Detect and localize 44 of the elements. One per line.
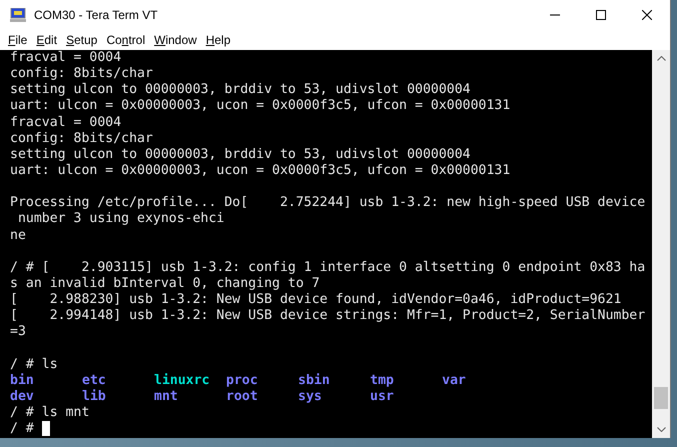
terminal-line: [ 2.994148] usb 1-3.2: New USB device strings: Mfr=1, Product=2, SerialNumber: [10, 308, 646, 324]
file-name: sbin: [298, 372, 331, 389]
terminal-line: [ 2.988230] usb 1-3.2: New USB device found, idVendor=0a46, idProduct=9621: [10, 292, 622, 308]
app-icon: [10, 8, 26, 22]
file-name: proc: [226, 372, 259, 389]
terminal-line: config: 8bits/char: [10, 66, 154, 82]
file-name: mnt: [154, 388, 179, 406]
file-name: linuxrc: [154, 372, 211, 389]
terminal-line: / # ls: [10, 356, 59, 373]
terminal-line: config: 8bits/char: [10, 130, 154, 147]
terminal-line: uart: ulcon = 0x00000003, ucon = 0x0000f3c5, ufcon = 0x00000131: [10, 162, 512, 180]
terminal-line: s an invalid bInterval 0, changing to 7: [10, 276, 321, 292]
terminal-line: Processing /etc/profile... Do[ 2.752244] usb 1-3.2: new high-speed USB device: [10, 195, 646, 212]
file-name: var: [442, 372, 467, 389]
file-name: bin: [10, 372, 35, 389]
terminal-line: / # [ 2.903115] usb 1-3.2: config 1 interface 0 altsetting 0 endpoint 0x83 ha: [10, 260, 646, 276]
close-icon: [642, 10, 652, 20]
terminal-line: fracval = 0004: [10, 50, 122, 66]
window-title: COM30 - Tera Term VT: [34, 8, 159, 22]
file-name: sys: [298, 388, 323, 406]
file-name: usr: [370, 388, 395, 406]
menu-item[interactable]: File: [8, 33, 28, 47]
menu-item[interactable]: Window: [154, 33, 197, 47]
menu-item[interactable]: Setup: [66, 33, 98, 47]
terminal-line: =3: [10, 324, 27, 341]
file-name: lib: [82, 388, 107, 406]
terminal-line: uart: ulcon = 0x00000003, ucon = 0x0000f3c5, ufcon = 0x00000131: [10, 98, 512, 115]
terminal-line: fracval = 0004: [10, 114, 122, 131]
terminal-line: ne: [10, 228, 27, 244]
menu-item[interactable]: Help: [206, 33, 231, 47]
file-name: tmp: [370, 372, 395, 389]
file-name: etc: [82, 372, 107, 389]
file-name: root: [226, 388, 259, 406]
terminal-line: setting ulcon to 00000003, brddiv to 53, udivslot 00000004: [10, 82, 472, 98]
scrollbar[interactable]: [652, 50, 670, 438]
terminal-prompt: / #: [10, 421, 34, 436]
maximize-icon: [596, 10, 606, 20]
terminal-line: number 3 using exynos-ehci: [16, 211, 226, 228]
terminal-line: setting ulcon to 00000003, brddiv to 53, udivslot 00000004: [10, 146, 472, 163]
terminal-line: / # ls mnt: [10, 405, 90, 422]
menu-item[interactable]: Control: [106, 33, 146, 47]
file-name: dev: [10, 388, 35, 406]
scroll-thumb[interactable]: [654, 387, 668, 409]
menu-item[interactable]: Edit: [36, 33, 58, 47]
